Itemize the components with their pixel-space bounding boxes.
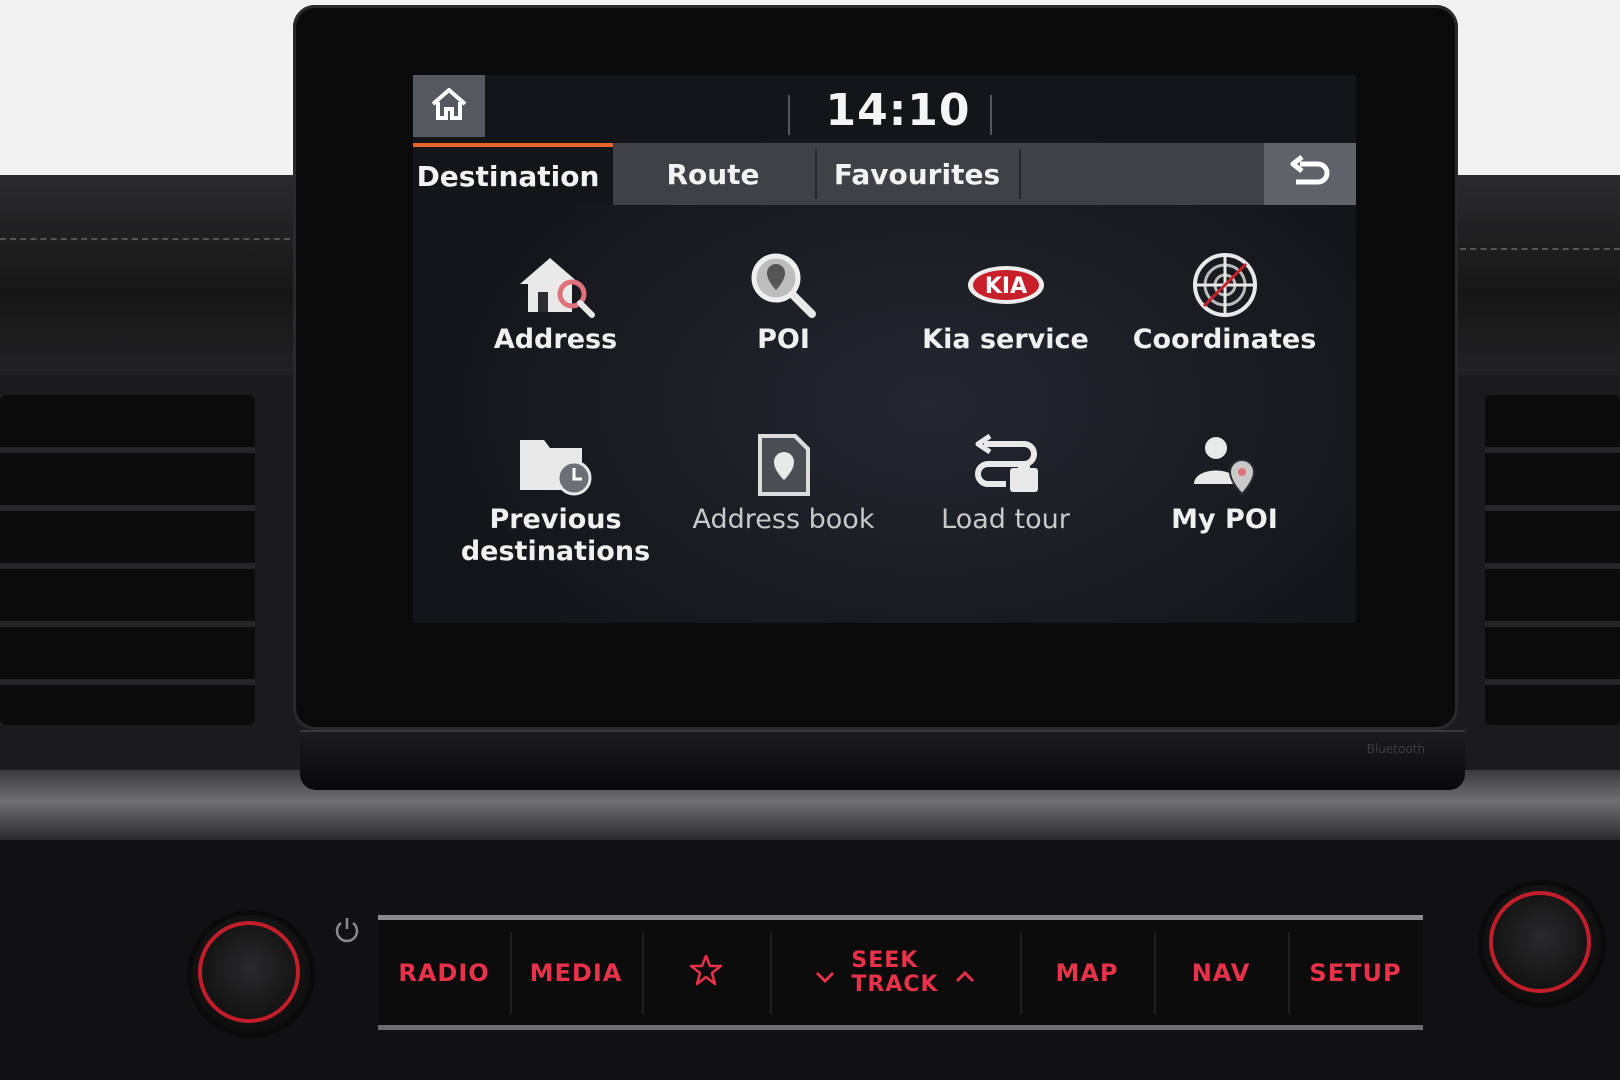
tab-divider (1019, 149, 1021, 199)
control-strip: RADIO MEDIA SEEK TRACK MAP NAV SETUP (378, 915, 1423, 1030)
menu-kia-service[interactable]: KIA Kia service (898, 247, 1113, 356)
menu-coordinates[interactable]: Coordinates (1117, 247, 1332, 356)
clock-divider-left (788, 95, 790, 135)
person-pin-icon (1180, 427, 1270, 502)
knob-ring (198, 921, 300, 1023)
tab-destination[interactable]: Destination (413, 143, 613, 205)
tab-bar: Destination Route Favourites (413, 143, 1356, 205)
kia-logo-icon: KIA (961, 247, 1051, 322)
route-tour-icon (961, 427, 1051, 502)
nav-button[interactable]: NAV (1154, 932, 1290, 1014)
menu-poi[interactable]: POI (676, 247, 891, 356)
star-icon (689, 954, 723, 992)
menu-my-poi[interactable]: My POI (1117, 427, 1332, 536)
menu-label: POI (757, 324, 810, 355)
volume-knob[interactable] (192, 915, 310, 1033)
seek-track-label: SEEK TRACK (851, 949, 938, 997)
display-chin: Bluetooth (300, 730, 1465, 790)
favourite-button[interactable] (642, 932, 772, 1014)
navigation-screen: 14:10 Destination Route Favourites Addre… (413, 75, 1356, 623)
clock: 14:10 (825, 85, 971, 136)
back-button[interactable] (1264, 143, 1356, 205)
dashboard-stitching-right (1460, 248, 1620, 250)
air-vent-right[interactable] (1485, 395, 1620, 725)
menu-label: Previous destinations (448, 504, 663, 568)
track-label: TRACK (851, 972, 939, 997)
setup-button[interactable]: SETUP (1288, 932, 1423, 1014)
home-icon (429, 86, 469, 126)
seek-up-icon (954, 962, 976, 990)
menu-load-tour[interactable]: Load tour (898, 427, 1113, 536)
house-search-icon (511, 247, 601, 322)
menu-previous-destinations[interactable]: Previous destinations (448, 427, 663, 568)
status-bar: 14:10 (413, 75, 1356, 140)
address-book-icon (739, 427, 829, 502)
tab-route[interactable]: Route (613, 143, 813, 205)
menu-label: Kia service (922, 324, 1089, 355)
map-button[interactable]: MAP (1020, 932, 1156, 1014)
menu-label: Load tour (941, 504, 1070, 535)
back-arrow-icon (1288, 155, 1332, 193)
seek-down-icon (814, 962, 836, 990)
tab-favourites[interactable]: Favourites (817, 143, 1017, 205)
menu-label: Address (493, 324, 618, 355)
knob-ring (1489, 891, 1591, 993)
seek-track-rocker[interactable]: SEEK TRACK (770, 932, 1022, 1014)
menu-address[interactable]: Address (448, 247, 663, 356)
media-button[interactable]: MEDIA (510, 932, 644, 1014)
menu-label: My POI (1171, 504, 1278, 535)
air-vent-left[interactable] (0, 395, 255, 725)
clock-divider-right (990, 95, 992, 135)
seek-label: SEEK (851, 948, 919, 973)
tune-knob[interactable] (1483, 885, 1601, 1003)
menu-label: Address book (692, 504, 875, 535)
radio-button[interactable]: RADIO (378, 932, 512, 1014)
menu-address-book[interactable]: Address book (676, 427, 891, 536)
svg-text:KIA: KIA (984, 274, 1026, 299)
menu-label-line: destinations (460, 536, 651, 567)
globe-target-icon (1180, 247, 1270, 322)
magnifier-pin-icon (739, 247, 829, 322)
bluetooth-label: Bluetooth (1366, 742, 1425, 756)
dashboard-stitching-left (0, 238, 290, 240)
home-button[interactable] (413, 75, 485, 137)
power-icon (332, 915, 362, 945)
menu-label-line: Previous (489, 504, 622, 535)
menu-label: Coordinates (1132, 324, 1317, 355)
folder-clock-icon (511, 427, 601, 502)
